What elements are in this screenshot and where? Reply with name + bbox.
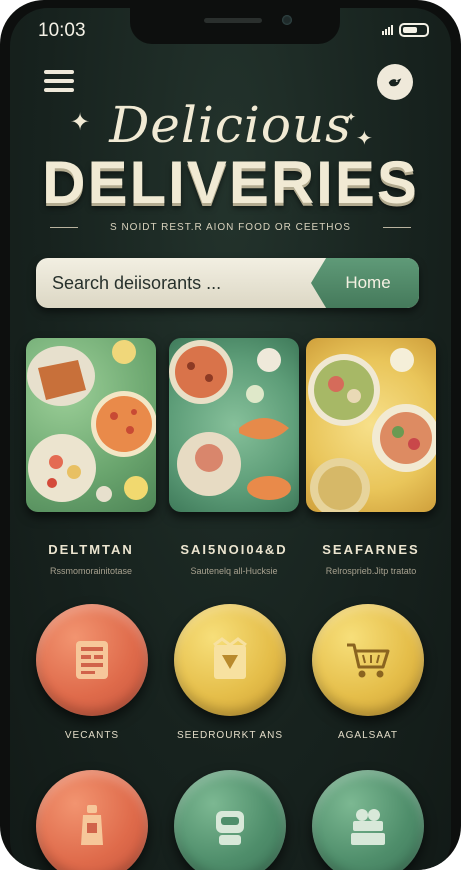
category-title-1: DELTMTAN xyxy=(48,542,134,557)
seedrourkt-ans-button[interactable] xyxy=(174,604,286,716)
action-label-1: VECANTS xyxy=(64,730,120,741)
speaker-grille xyxy=(204,18,262,23)
receipt-icon xyxy=(76,641,108,679)
drink-category-button[interactable] xyxy=(36,770,148,870)
search-bar: Home xyxy=(36,258,419,308)
vecants-button[interactable] xyxy=(36,604,148,716)
category-card-1[interactable] xyxy=(26,338,156,512)
front-camera xyxy=(282,15,292,25)
robot-icon xyxy=(216,811,244,845)
cake-category-button[interactable] xyxy=(312,770,424,870)
tagline: S NOIDT REST.R AION FOOD OR CEETHOS xyxy=(110,222,351,233)
category-subtitle-1: Rssmomorainitotase xyxy=(49,566,133,576)
status-icons xyxy=(382,23,429,37)
app-screen: 10:03 ✦ ✦ ✦ Delicious DELIVERIES S NOIDT… xyxy=(10,8,451,870)
search-input[interactable] xyxy=(36,258,326,308)
food-illustration xyxy=(308,348,436,512)
battery-icon xyxy=(399,23,429,37)
category-title-3: SEAFARNES xyxy=(322,542,420,557)
drink-bottle-icon xyxy=(81,805,103,845)
food-illustration xyxy=(27,340,156,502)
brand-title-main: DELIVERIES xyxy=(42,149,419,216)
category-card-2[interactable] xyxy=(169,338,299,512)
home-button[interactable]: Home xyxy=(311,258,419,308)
profile-button[interactable] xyxy=(377,64,413,100)
divider xyxy=(383,227,411,228)
category-card-3[interactable] xyxy=(306,338,436,512)
category-subtitle-2: Sautenelq all-Hucksie xyxy=(190,566,278,576)
category-subtitle-3: Relrosprieb.Jitp tratato xyxy=(325,566,417,576)
divider xyxy=(50,227,78,228)
phone-frame: 10:03 ✦ ✦ ✦ Delicious DELIVERIES S NOIDT… xyxy=(0,0,461,870)
brand-title-script: Delicious xyxy=(109,96,352,154)
status-time: 10:03 xyxy=(38,20,86,41)
robot-category-button[interactable] xyxy=(174,770,286,870)
hamburger-menu-icon[interactable] xyxy=(44,70,74,92)
action-label-2: SEEDROURKT ANS xyxy=(176,730,284,741)
action-label-3: AGALSAAT xyxy=(337,730,399,741)
delivery-box-icon xyxy=(213,637,247,679)
food-illustration xyxy=(169,340,291,500)
cake-icon xyxy=(351,809,385,845)
tagline-row: S NOIDT REST.R AION FOOD OR CEETHOS xyxy=(50,222,411,233)
shopping-cart-icon xyxy=(347,643,390,678)
category-title-2: SAI5NOI04&D xyxy=(180,542,288,557)
agalsaat-button[interactable] xyxy=(312,604,424,716)
signal-icon xyxy=(382,25,393,35)
camera-notch xyxy=(130,8,340,44)
bird-icon xyxy=(388,78,402,87)
